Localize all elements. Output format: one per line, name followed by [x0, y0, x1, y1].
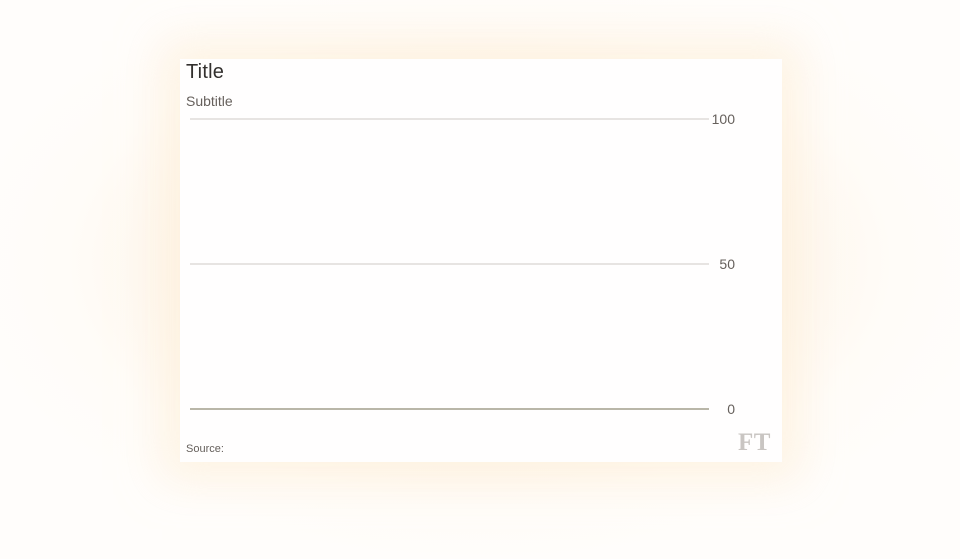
y-tick-label: 0 [727, 401, 735, 417]
chart-source: Source: [186, 443, 224, 455]
y-tick-label: 100 [712, 111, 736, 127]
ft-logo: FT [738, 429, 771, 456]
chart-plot: 0 50 100 [190, 111, 736, 417]
y-tick-label: 50 [719, 256, 735, 272]
chart-card: Title Subtitle 0 50 100 Source: FT [180, 59, 782, 462]
